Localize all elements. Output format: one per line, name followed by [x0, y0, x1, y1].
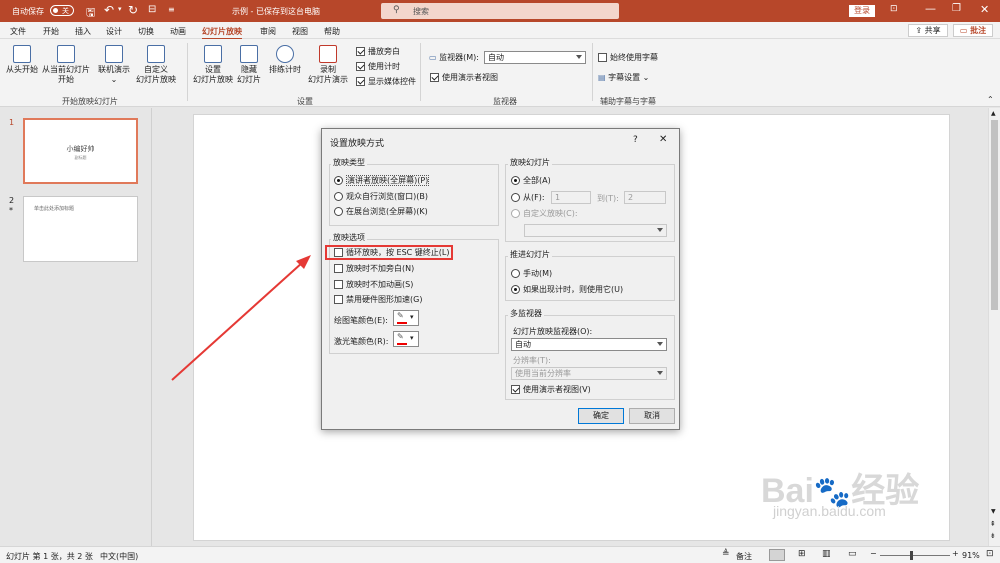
zoom-slider-thumb[interactable]: [910, 551, 913, 560]
zoom-out-icon[interactable]: −: [870, 549, 877, 558]
status-bar: 幻灯片 第 1 张，共 2 张 中文(中国) ≜ 备注 ⊞ ▥ ▭ − + 91…: [0, 546, 1000, 563]
notes-button[interactable]: 备注: [736, 551, 752, 562]
slide-info: 幻灯片 第 1 张，共 2 张: [6, 552, 93, 561]
zoom-level[interactable]: 91%: [962, 551, 980, 560]
zoom-slider[interactable]: [880, 551, 950, 560]
slideshow-view-icon[interactable]: ▭: [848, 549, 857, 559]
annotation-arrow-icon: [171, 255, 311, 381]
slide-sorter-icon[interactable]: ⊞: [798, 549, 806, 559]
normal-view-icon[interactable]: [769, 549, 785, 561]
zoom-in-icon[interactable]: +: [952, 549, 959, 558]
fit-to-window-icon[interactable]: ⊡: [986, 549, 994, 559]
language-status[interactable]: 中文(中国): [100, 551, 138, 562]
reading-view-icon[interactable]: ▥: [822, 549, 831, 559]
notes-icon[interactable]: ≜: [722, 549, 730, 559]
